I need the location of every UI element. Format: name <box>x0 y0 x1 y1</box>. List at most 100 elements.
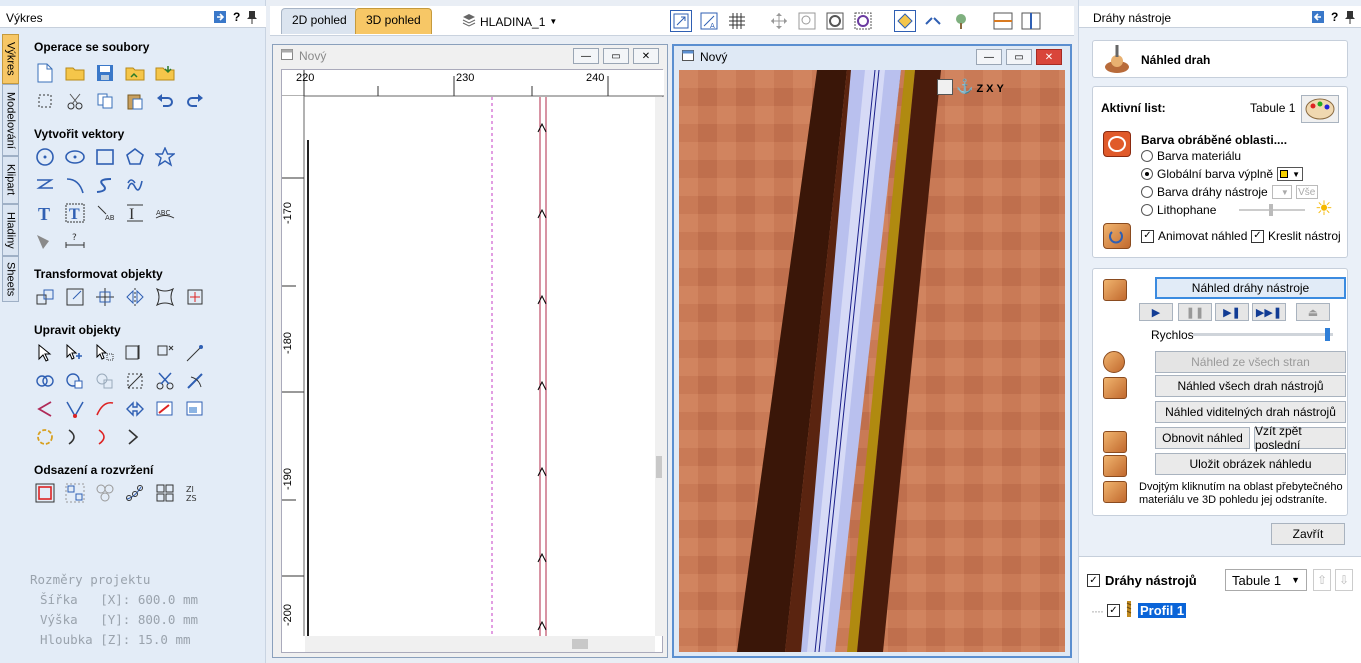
node-insert-icon[interactable] <box>64 398 86 420</box>
axis-x-icon[interactable]: X <box>986 83 993 95</box>
maximize-button[interactable]: ▭ <box>603 48 629 64</box>
curve-fit-icon[interactable] <box>94 426 116 448</box>
image-vector-icon[interactable] <box>184 398 206 420</box>
undo-last-button[interactable]: Vzít zpět poslední <box>1254 424 1346 452</box>
polygon-icon[interactable] <box>124 146 146 168</box>
ellipse-icon[interactable] <box>64 146 86 168</box>
tab-vykres[interactable]: Výkres <box>2 34 19 84</box>
close-vector-icon[interactable] <box>154 398 176 420</box>
preview-all-sides-button[interactable]: Náhled ze všech stran <box>1155 351 1346 373</box>
dock-icon[interactable] <box>1311 10 1325 27</box>
all-button[interactable]: Vše <box>1295 185 1318 199</box>
toolpath-color-picker[interactable]: ▼ <box>1271 185 1292 199</box>
zoom-out-icon[interactable] <box>852 10 874 32</box>
text-icon[interactable]: T <box>34 202 56 224</box>
curve-smooth-icon[interactable] <box>124 426 146 448</box>
maximize-button[interactable]: ▭ <box>1006 49 1032 65</box>
distort-icon[interactable] <box>154 286 176 308</box>
arc-icon[interactable] <box>64 174 86 196</box>
snap-icon[interactable] <box>894 10 916 32</box>
stop-icon[interactable]: ⏏ <box>1296 303 1330 321</box>
render-tree-icon[interactable] <box>950 10 972 32</box>
star-icon[interactable] <box>154 146 176 168</box>
save-preview-image-button[interactable]: Uložit obrázek náhledu <box>1155 453 1346 475</box>
polyline-icon[interactable] <box>34 174 56 196</box>
move-icon[interactable] <box>34 286 56 308</box>
offset-icon[interactable] <box>34 482 56 504</box>
layer-selector[interactable]: HLADINA_1 ▼ <box>462 13 557 30</box>
smooth-icon[interactable] <box>184 342 206 364</box>
radio-material[interactable] <box>1141 150 1153 162</box>
move-down-icon[interactable]: ⇩ <box>1335 569 1353 591</box>
scissors-icon[interactable] <box>154 370 176 392</box>
select-arrow-icon[interactable] <box>34 342 56 364</box>
align-icon[interactable] <box>94 286 116 308</box>
palette-button[interactable] <box>1301 95 1339 123</box>
bezier-icon[interactable] <box>94 398 116 420</box>
zoom-fit-icon[interactable] <box>937 79 953 95</box>
preview-all-toolpaths-button[interactable]: Náhled všech drah nástrojů <box>1155 375 1346 397</box>
zoom-in-icon[interactable] <box>824 10 846 32</box>
transform-select-icon[interactable] <box>94 342 116 364</box>
view-3d-canvas[interactable]: ⚓ Z X Y <box>679 70 1065 652</box>
help-icon[interactable]: ? <box>233 10 240 27</box>
fast-forward-icon[interactable]: ▶▶❚ <box>1252 303 1286 321</box>
paste-icon[interactable] <box>124 90 146 112</box>
zoom-box-icon[interactable] <box>796 10 818 32</box>
undo-icon[interactable] <box>154 90 176 112</box>
help-icon[interactable]: ? <box>1331 10 1338 27</box>
text-arc-icon[interactable]: I <box>124 202 146 224</box>
save-icon[interactable] <box>94 62 116 84</box>
animate-checkbox[interactable]: ✓ <box>1141 229 1154 243</box>
dock-icon[interactable] <box>213 10 227 27</box>
open-folder-icon[interactable] <box>64 62 86 84</box>
toolpaths-visible-checkbox[interactable]: ✓ <box>1087 574 1100 587</box>
radio-global[interactable] <box>1141 168 1153 180</box>
nesting-icon[interactable] <box>64 482 86 504</box>
copy-icon[interactable] <box>94 90 116 112</box>
close-button[interactable]: ✕ <box>633 48 659 64</box>
chamfer-icon[interactable] <box>34 398 56 420</box>
minimize-button[interactable]: — <box>976 49 1002 65</box>
anchor-icon[interactable]: ⚓ <box>956 78 973 95</box>
layout-vertical-icon[interactable] <box>1020 10 1042 32</box>
open-recent-icon[interactable] <box>124 62 146 84</box>
text-on-curve-icon[interactable]: AB <box>94 202 116 224</box>
pin-icon[interactable] <box>1344 10 1356 27</box>
trim-icon[interactable] <box>124 370 146 392</box>
join-icon[interactable] <box>124 398 146 420</box>
toolpath-item-profile[interactable]: Profil 1 <box>1137 603 1187 618</box>
cut-icon[interactable] <box>64 90 86 112</box>
select-all-icon[interactable] <box>34 90 56 112</box>
extend-icon[interactable] <box>64 426 86 448</box>
zoom-extents-icon[interactable] <box>670 10 692 32</box>
close-button[interactable]: ✕ <box>1036 49 1062 65</box>
tab-sheets[interactable]: Sheets <box>2 256 19 302</box>
text-box-icon[interactable]: T <box>64 202 86 224</box>
node-edit-icon[interactable] <box>64 342 86 364</box>
text-wave-icon[interactable]: ABC <box>154 202 176 224</box>
pin-icon[interactable] <box>246 10 258 27</box>
lithophane-slider[interactable] <box>1239 204 1305 216</box>
move-up-icon[interactable]: ⇧ <box>1313 569 1331 591</box>
interactive-select-icon[interactable] <box>124 342 146 364</box>
grid-icon[interactable] <box>726 10 748 32</box>
new-file-icon[interactable] <box>34 62 56 84</box>
preview-toolpath-button[interactable]: Náhled dráhy nástroje <box>1155 277 1346 299</box>
view-iso-icon[interactable]: A <box>698 10 720 32</box>
radio-lithophane[interactable] <box>1141 204 1153 216</box>
draw-tool-checkbox[interactable]: ✓ <box>1251 229 1264 243</box>
sheet-select[interactable]: Tabule 1 ▼ <box>1225 569 1307 591</box>
curve-icon[interactable] <box>94 174 116 196</box>
intersect-icon[interactable] <box>94 370 116 392</box>
profile-checkbox[interactable]: ✓ <box>1106 604 1120 617</box>
measure-icon[interactable]: ? <box>64 230 86 252</box>
pan-icon[interactable] <box>768 10 790 32</box>
layout-horizontal-icon[interactable] <box>992 10 1014 32</box>
circle-icon[interactable] <box>34 146 56 168</box>
scale-icon[interactable] <box>64 286 86 308</box>
subtract-icon[interactable] <box>64 370 86 392</box>
rectangle-icon[interactable] <box>94 146 116 168</box>
step-icon[interactable]: ▶❚ <box>1215 303 1249 321</box>
import-icon[interactable] <box>154 62 176 84</box>
